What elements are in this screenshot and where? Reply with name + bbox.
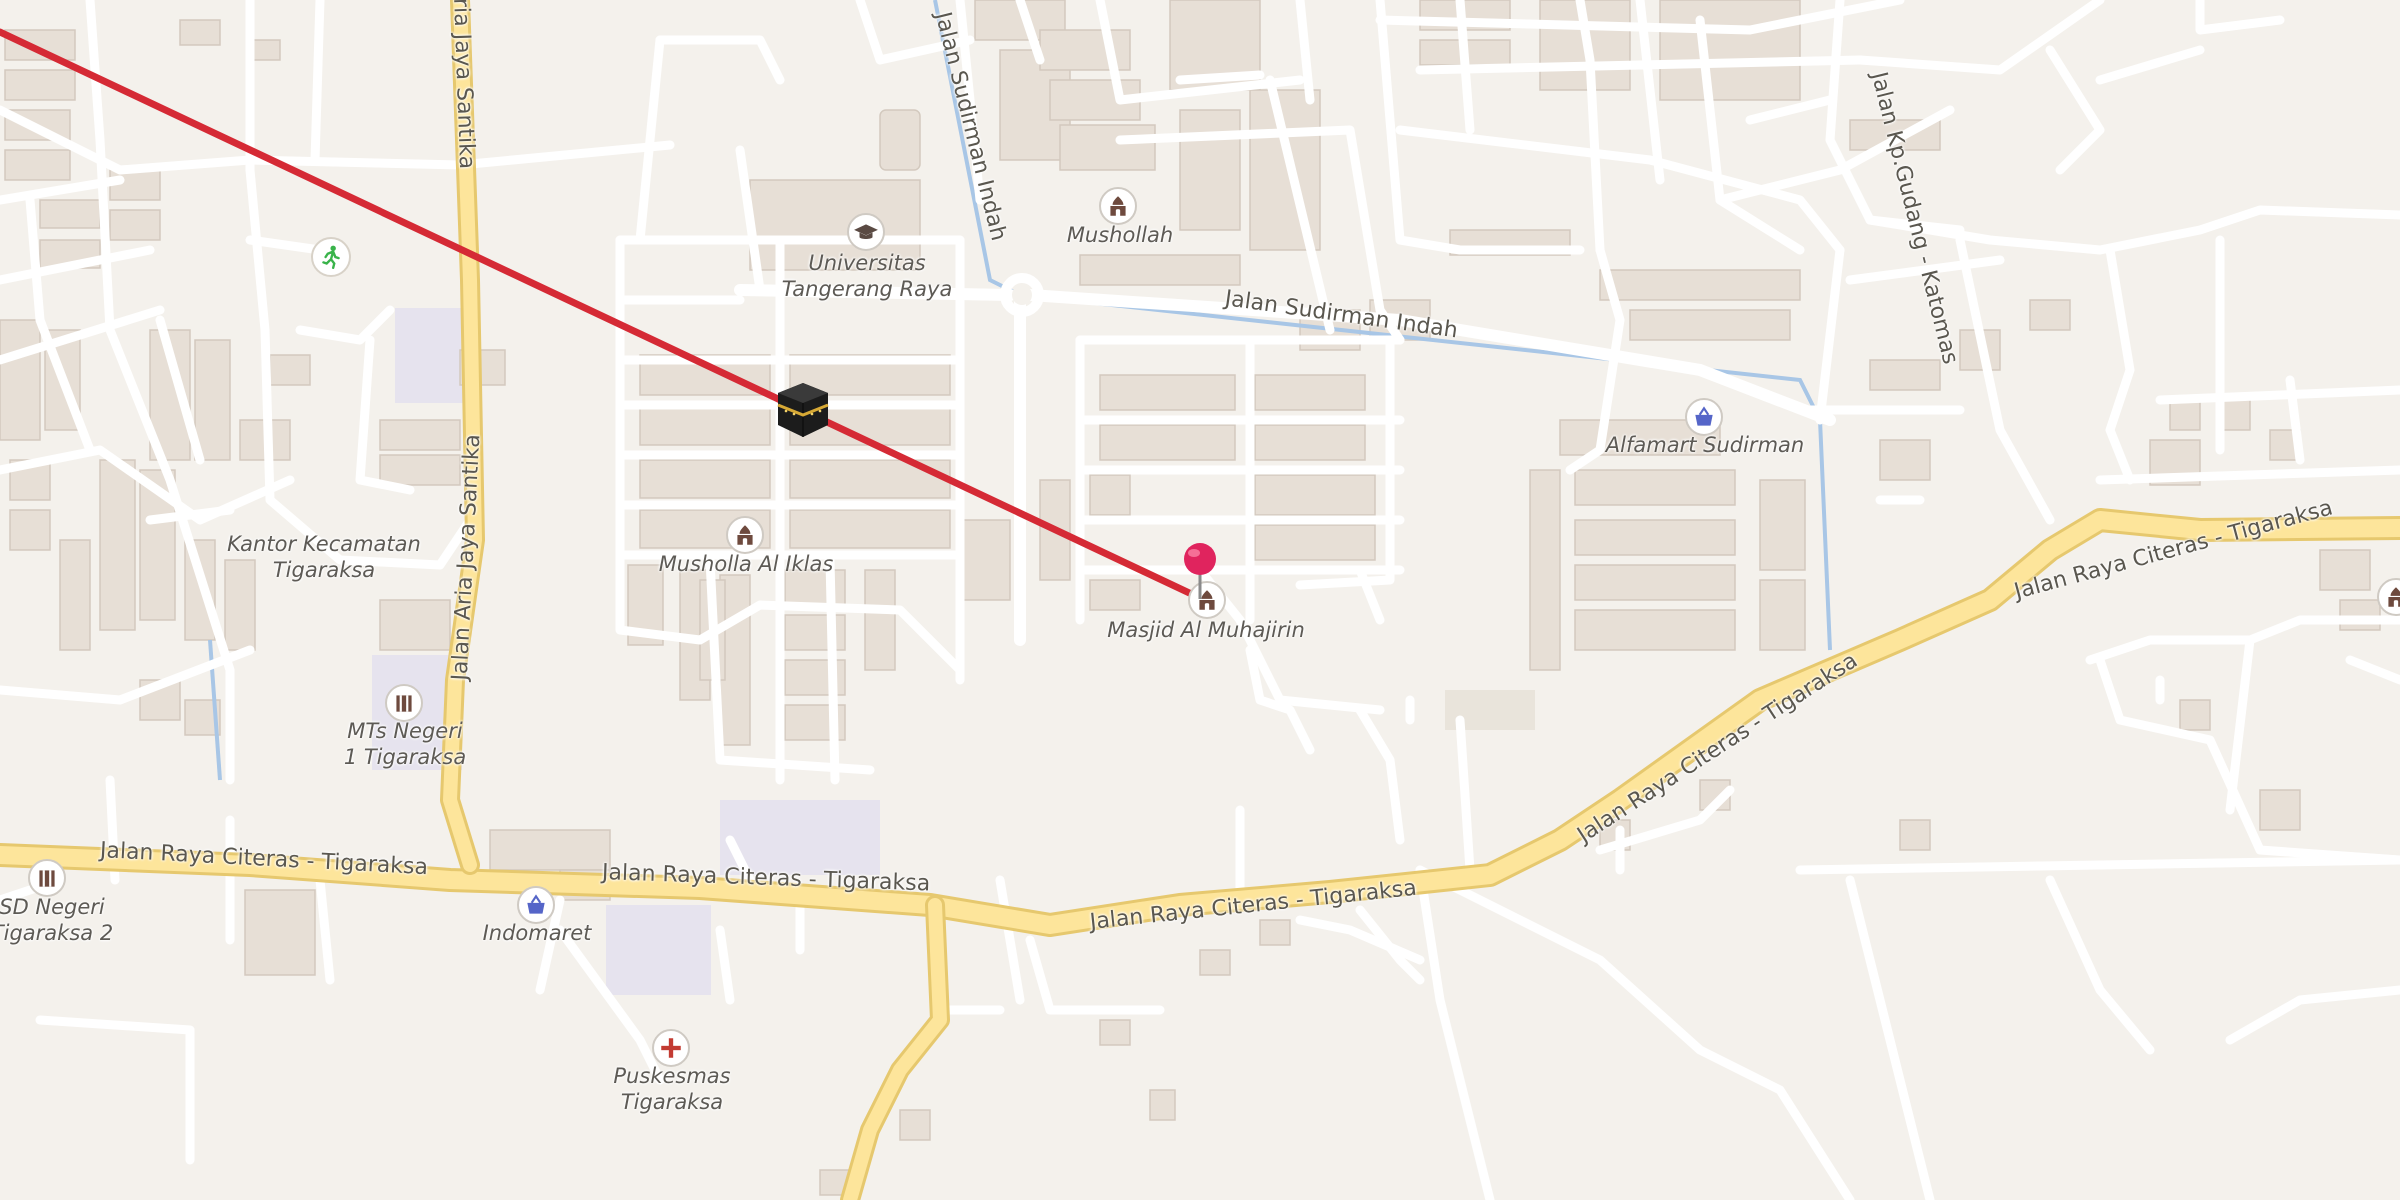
poi-label-masjid-al-muhajirin[interactable]: Masjid Al Muhajirin — [1107, 617, 1305, 643]
poi-label-musholla-al-iklas[interactable]: Musholla Al Iklas — [659, 551, 834, 577]
poi-label-universitas-line1: Universitas — [808, 251, 926, 275]
poi-label-puskesmas-line2: Tigaraksa — [620, 1090, 724, 1114]
poi-label-indomaret[interactable]: Indomaret — [483, 920, 592, 946]
university-graduation-cap-icon[interactable] — [847, 213, 885, 251]
poi-label-sd-negeri-line2: Tigaraksa 2 — [0, 921, 114, 945]
poi-label-mts-negeri-line1: MTs Negeri — [347, 719, 463, 743]
musholla-al-iklas-mosque-icon[interactable] — [726, 516, 764, 554]
poi-label-mts-negeri[interactable]: MTs Negeri 1 Tigaraksa — [344, 718, 466, 770]
poi-label-sd-negeri[interactable]: SD Negeri Tigaraksa 2 — [0, 894, 113, 946]
puskesmas-medical-cross-icon[interactable] — [652, 1029, 690, 1067]
poi-label-mushollah[interactable]: Mushollah — [1067, 222, 1173, 248]
poi-label-sd-negeri-line1: SD Negeri — [0, 895, 105, 919]
poi-label-universitas[interactable]: Universitas Tangerang Raya — [782, 250, 953, 302]
alfamart-shopping-basket-icon[interactable] — [1685, 398, 1723, 436]
mts-negeri-school-icon[interactable] — [385, 684, 423, 722]
poi-label-kantor-kecamatan-line1: Kantor Kecamatan — [227, 532, 421, 556]
sports-running-person-icon[interactable] — [311, 237, 351, 277]
kaaba-icon[interactable] — [776, 381, 830, 443]
mushollah-mosque-icon[interactable] — [1099, 187, 1137, 225]
poi-label-puskesmas-line1: Puskesmas — [613, 1064, 731, 1088]
poi-label-puskesmas[interactable]: Puskesmas Tigaraksa — [613, 1063, 730, 1115]
poi-label-kantor-kecamatan[interactable]: Kantor Kecamatan Tigaraksa — [227, 531, 421, 583]
sd-negeri-school-icon[interactable] — [28, 859, 66, 897]
map-view[interactable]: Jalan Sudirman Indah Jalan Sudirman Inda… — [0, 0, 2400, 1200]
poi-label-alfamart[interactable]: Alfamart Sudirman — [1606, 432, 1804, 458]
poi-label-universitas-line2: Tangerang Raya — [781, 277, 953, 301]
poi-label-mts-negeri-line2: 1 Tigaraksa — [343, 745, 467, 769]
indomaret-shopping-basket-icon[interactable] — [517, 886, 555, 924]
location-pin-icon[interactable] — [1181, 541, 1219, 605]
poi-label-kantor-kecamatan-line2: Tigaraksa — [272, 558, 376, 582]
